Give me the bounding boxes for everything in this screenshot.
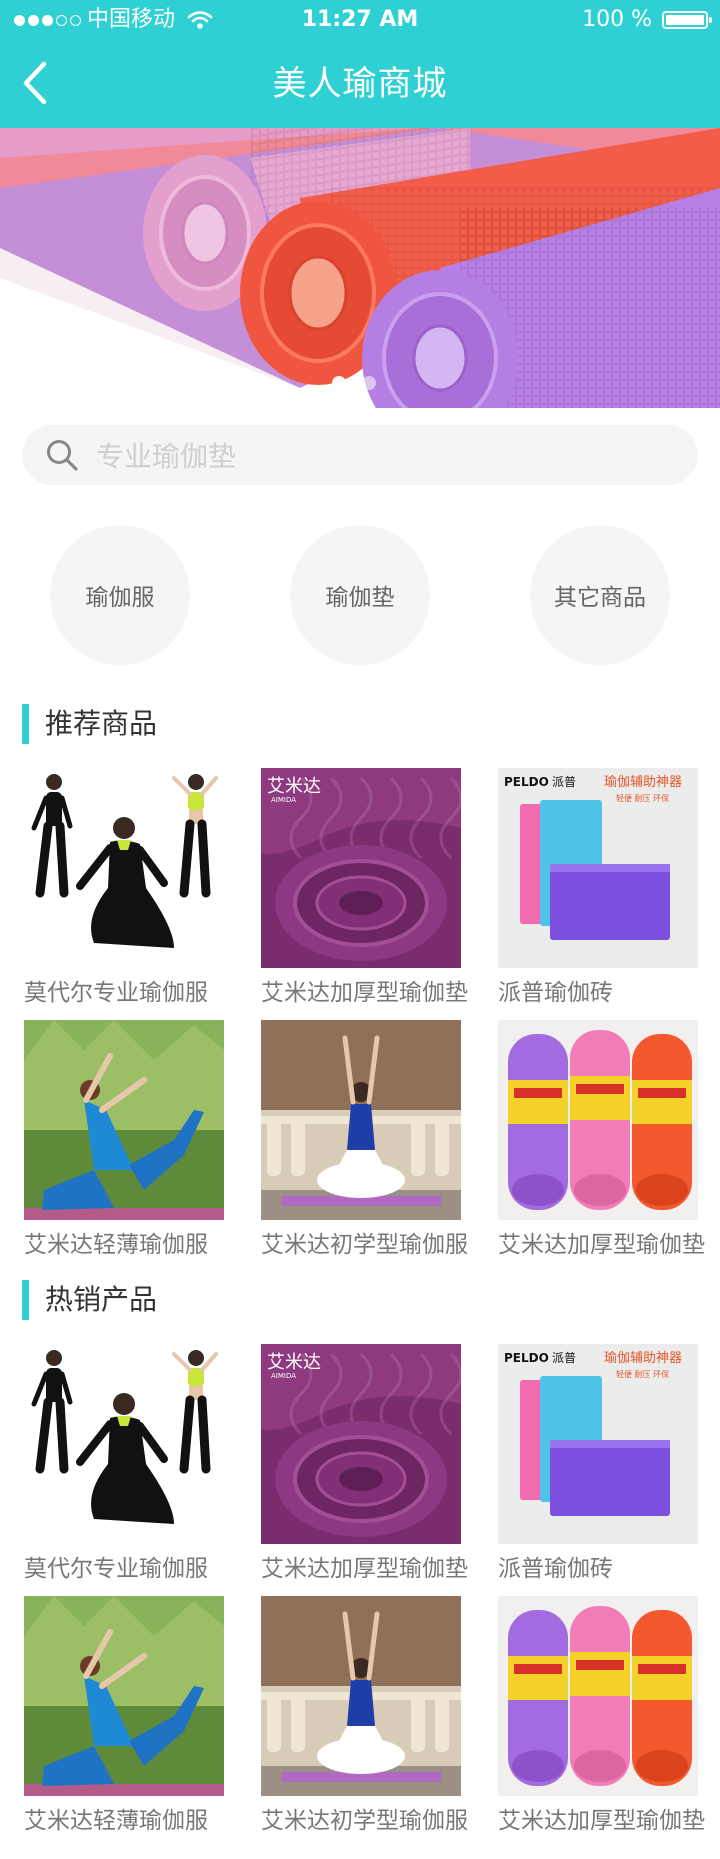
product-card[interactable]: 艾米达初学型瑜伽服	[261, 1020, 468, 1260]
product-card[interactable]: 莫代尔专业瑜伽服	[24, 1344, 224, 1584]
product-name: 莫代尔专业瑜伽服	[24, 980, 208, 1006]
mat-brand-text: 艾米达	[267, 1352, 321, 1373]
product-name: 莫代尔专业瑜伽服	[24, 1556, 208, 1582]
carousel-indicator[interactable]	[332, 376, 376, 390]
search-input[interactable]	[94, 425, 678, 487]
product-image	[261, 1020, 461, 1220]
product-card[interactable]: 艾米达加厚型瑜伽垫	[498, 1596, 705, 1836]
mat-brand-en-text: AIMIDA	[271, 1372, 296, 1380]
product-name: 艾米达加厚型瑜伽垫	[261, 1556, 468, 1582]
battery-percent: 100 %	[582, 7, 652, 32]
block-brand-cn-text: 派普	[552, 1351, 576, 1365]
product-image	[498, 1596, 698, 1796]
carousel-dot[interactable]	[362, 376, 376, 390]
block-slogan-text: 瑜伽辅助神器	[604, 775, 682, 790]
search-icon	[47, 440, 78, 471]
product-name: 艾米达初学型瑜伽服	[261, 1232, 468, 1258]
product-image	[24, 1020, 224, 1220]
category-other[interactable]: 其它商品	[530, 525, 670, 665]
product-name: 派普瑜伽砖	[498, 980, 613, 1006]
product-card[interactable]: PELDO 派普 瑜伽辅助神器 轻便 耐压 环保 派普瑜伽砖	[498, 768, 698, 1008]
product-name: 艾米达轻薄瑜伽服	[24, 1232, 208, 1258]
product-image: PELDO 派普 瑜伽辅助神器 轻便 耐压 环保	[498, 1344, 698, 1544]
banner-carousel[interactable]	[0, 128, 720, 408]
search-bar[interactable]	[22, 425, 698, 487]
block-sub-text: 轻便 耐压 环保	[616, 793, 669, 803]
product-image: 艾米达 AIMIDA	[261, 1344, 461, 1544]
carousel-dot[interactable]	[332, 376, 346, 390]
product-card[interactable]: 艾米达加厚型瑜伽垫	[498, 1020, 705, 1260]
section-title-hot: 热销产品	[22, 1280, 157, 1320]
product-name: 艾米达初学型瑜伽服	[261, 1808, 468, 1834]
category-yoga-wear[interactable]: 瑜伽服	[50, 525, 190, 665]
battery-area: 100 %	[582, 0, 712, 40]
product-name: 艾米达轻薄瑜伽服	[24, 1808, 208, 1834]
product-card[interactable]: 艾米达轻薄瑜伽服	[24, 1596, 224, 1836]
block-brand-text: PELDO	[504, 1351, 549, 1365]
category-label: 瑜伽垫	[325, 585, 395, 611]
mat-brand-en-text: AIMIDA	[271, 796, 296, 804]
category-yoga-mat[interactable]: 瑜伽垫	[290, 525, 430, 665]
product-image	[261, 1596, 461, 1796]
product-image: PELDO 派普 瑜伽辅助神器 轻便 耐压 环保	[498, 768, 698, 968]
block-sub-text: 轻便 耐压 环保	[616, 1369, 669, 1379]
top-bar: 中国移动 11:27 AM 100 % 美人瑜商城	[0, 0, 720, 128]
product-card[interactable]: 艾米达初学型瑜伽服	[261, 1596, 468, 1836]
product-image	[24, 768, 224, 968]
product-image	[498, 1020, 698, 1220]
product-card[interactable]: PELDO 派普 瑜伽辅助神器 轻便 耐压 环保 派普瑜伽砖	[498, 1344, 698, 1584]
product-card[interactable]: 艾米达 AIMIDA 艾米达加厚型瑜伽垫	[261, 1344, 468, 1584]
product-image	[24, 1596, 224, 1796]
page-title: 美人瑜商城	[272, 64, 448, 104]
product-card[interactable]: 艾米达 AIMIDA 艾米达加厚型瑜伽垫	[261, 768, 468, 1008]
product-card[interactable]: 艾米达轻薄瑜伽服	[24, 1020, 224, 1260]
block-slogan-text: 瑜伽辅助神器	[604, 1351, 682, 1366]
status-bar: 中国移动 11:27 AM 100 %	[0, 0, 720, 40]
product-name: 派普瑜伽砖	[498, 1556, 613, 1582]
category-label: 瑜伽服	[85, 585, 155, 611]
category-label: 其它商品	[554, 585, 646, 611]
banner-image	[0, 128, 720, 408]
product-name: 艾米达加厚型瑜伽垫	[261, 980, 468, 1006]
product-image	[24, 1344, 224, 1544]
product-image: 艾米达 AIMIDA	[261, 768, 461, 968]
block-brand-text: PELDO	[504, 775, 549, 789]
mat-brand-text: 艾米达	[267, 776, 321, 797]
product-name: 艾米达加厚型瑜伽垫	[498, 1232, 705, 1258]
product-name: 艾米达加厚型瑜伽垫	[498, 1808, 705, 1834]
product-card[interactable]: 莫代尔专业瑜伽服	[24, 768, 224, 1008]
battery-icon	[662, 11, 712, 29]
block-brand-cn-text: 派普	[552, 775, 576, 789]
section-title-recommended: 推荐商品	[22, 704, 157, 744]
